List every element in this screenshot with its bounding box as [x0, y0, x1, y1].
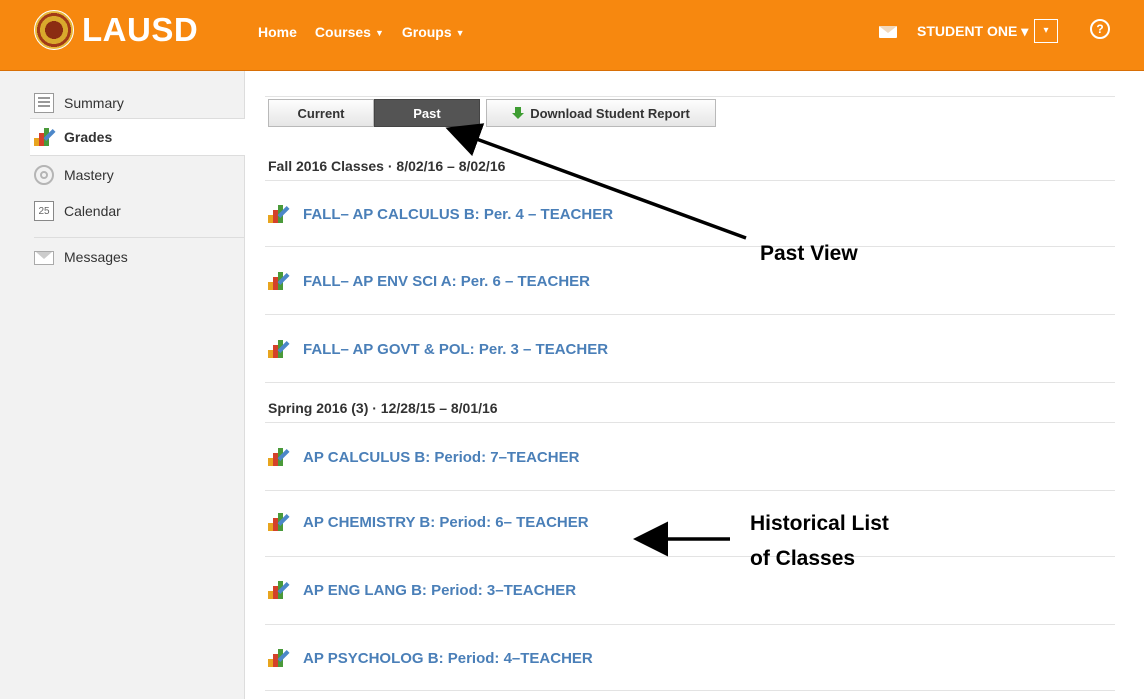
divider	[265, 624, 1115, 625]
grades-icon	[268, 448, 290, 466]
divider	[265, 382, 1115, 383]
mail-icon[interactable]	[879, 26, 897, 38]
calendar-icon: 25	[34, 201, 54, 221]
course-link[interactable]: AP ENG LANG B: Period: 3–TEACHER	[268, 581, 576, 599]
current-button[interactable]: Current	[268, 99, 374, 127]
annotation-historical-list-line1: Historical List	[750, 512, 889, 535]
term-heading-fall-2016: Fall 2016 Classes · 8/02/16 – 8/02/16	[268, 158, 506, 174]
chevron-down-icon: ▼	[455, 28, 465, 39]
sidebar-item-mastery[interactable]: Mastery	[34, 157, 244, 193]
divider	[265, 422, 1115, 423]
nav-courses-label: Courses	[314, 24, 371, 40]
dropdown-menu-button[interactable]: ▾	[1034, 19, 1058, 43]
sidebar-divider	[34, 237, 244, 238]
divider	[265, 246, 1115, 247]
sidebar-item-calendar[interactable]: 25 Calendar	[34, 193, 244, 229]
sidebar-item-label: Grades	[64, 129, 113, 145]
sidebar: Summary Grades Mastery 25 Calendar Messa…	[0, 71, 245, 699]
divider	[265, 556, 1115, 557]
course-link[interactable]: AP PSYCHOLOG B: Period: 4–TEACHER	[268, 649, 593, 667]
download-student-report-button[interactable]: Download Student Report	[486, 99, 716, 127]
nav-groups[interactable]: Groups ▼	[402, 24, 465, 40]
course-link[interactable]: AP CALCULUS B: Period: 7–TEACHER	[268, 448, 579, 466]
past-button[interactable]: Past	[374, 99, 480, 127]
divider	[265, 96, 1115, 97]
sidebar-item-summary[interactable]: Summary	[34, 85, 244, 121]
messages-icon	[34, 251, 54, 265]
course-link[interactable]: FALL– AP CALCULUS B: Per. 4 – TEACHER	[268, 205, 613, 223]
grades-icon	[268, 340, 290, 358]
grades-icon	[268, 205, 290, 223]
help-icon[interactable]: ?	[1090, 19, 1110, 39]
user-menu[interactable]: STUDENT ONE ▾	[917, 23, 1028, 40]
nav-home[interactable]: Home	[258, 24, 297, 40]
course-label: FALL– AP GOVT & POL: Per. 3 – TEACHER	[303, 340, 609, 358]
sidebar-item-messages[interactable]: Messages	[34, 239, 244, 275]
course-label: FALL– AP ENV SCI A: Per. 6 – TEACHER	[303, 272, 591, 290]
grades-icon	[34, 128, 56, 146]
mastery-icon	[34, 165, 54, 185]
main-nav: Home Courses ▼ Groups ▼	[258, 24, 465, 40]
term-heading-spring-2016: Spring 2016 (3) · 12/28/15 – 8/01/16	[268, 400, 498, 416]
grades-icon	[268, 649, 290, 667]
top-bar: LAUSD Home Courses ▼ Groups ▼ STUDENT ONE …	[0, 0, 1144, 71]
nav-courses[interactable]: Courses ▼	[315, 24, 384, 40]
divider	[265, 180, 1115, 181]
lausd-seal-logo[interactable]	[34, 10, 74, 50]
sidebar-item-grades[interactable]: Grades	[30, 118, 245, 156]
sidebar-item-label: Summary	[64, 95, 124, 111]
course-label: AP ENG LANG B: Period: 3–TEACHER	[303, 581, 577, 599]
course-label: AP CALCULUS B: Period: 7–TEACHER	[303, 448, 580, 466]
divider	[265, 490, 1115, 491]
grades-icon	[268, 581, 290, 599]
course-label: AP PSYCHOLOG B: Period: 4–TEACHER	[303, 649, 593, 667]
nav-home-label: Home	[258, 24, 297, 40]
grades-icon	[268, 513, 290, 531]
download-icon	[512, 106, 525, 120]
course-link[interactable]: FALL– AP GOVT & POL: Per. 3 – TEACHER	[268, 340, 608, 358]
annotation-past-view: Past View	[760, 242, 858, 265]
annotation-historical-list-line2: of Classes	[750, 547, 856, 570]
grades-icon	[268, 272, 290, 290]
course-label: FALL– AP CALCULUS B: Per. 4 – TEACHER	[303, 205, 614, 223]
brand-name[interactable]: LAUSD	[82, 10, 198, 50]
sidebar-item-label: Mastery	[64, 167, 114, 183]
course-link[interactable]: FALL– AP ENV SCI A: Per. 6 – TEACHER	[268, 272, 590, 290]
divider	[265, 690, 1115, 691]
download-label: Download Student Report	[530, 105, 690, 121]
sidebar-item-label: Messages	[64, 249, 128, 265]
summary-icon	[34, 93, 54, 113]
course-label: AP CHEMISTRY B: Period: 6– TEACHER	[303, 513, 589, 531]
course-link[interactable]: AP CHEMISTRY B: Period: 6– TEACHER	[268, 513, 589, 531]
divider	[265, 314, 1115, 315]
sidebar-item-label: Calendar	[64, 203, 121, 219]
chevron-down-icon: ▼	[374, 28, 384, 39]
nav-groups-label: Groups	[401, 24, 452, 40]
